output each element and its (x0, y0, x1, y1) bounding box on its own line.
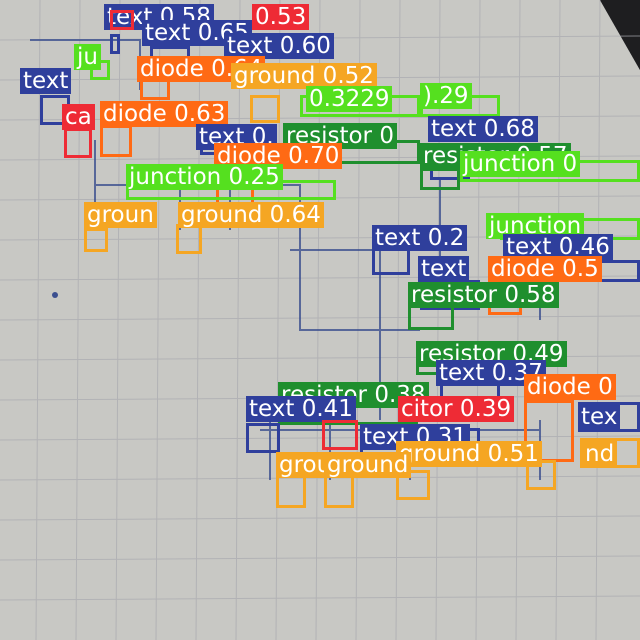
text-label: text 0.2 (372, 225, 468, 251)
ground-label: ground 0.64 (178, 202, 324, 228)
capacitor-label: ca (62, 104, 95, 130)
junction-label: junction 0.25 (126, 164, 283, 190)
text-label: text 0.68 (428, 116, 538, 142)
ground-bounding-box (176, 224, 202, 254)
ground-bounding-box (84, 228, 108, 252)
text-label: text (20, 68, 72, 94)
text-label: tex (578, 404, 621, 430)
junction-label: ).29 (420, 83, 472, 109)
detection-canvas: text 0.58 0.53 text 0.65 text 0.60 ju text dio… (0, 0, 640, 640)
capacitor-label: 0.53 (252, 4, 310, 30)
resistor-label: resistor 0.58 (408, 282, 559, 308)
resistor-bounding-box (420, 168, 460, 190)
junction-label: ju (74, 44, 101, 70)
ground-label: ground (324, 452, 412, 478)
junction-label: junction 0 (460, 151, 581, 177)
capacitor-bounding-box (110, 10, 134, 30)
diode-bounding-box (100, 125, 132, 157)
ground-bounding-box (276, 474, 306, 508)
ground-label: nd (582, 441, 618, 467)
ground-label: groun (84, 202, 157, 228)
capacitor-bounding-box (322, 420, 358, 450)
text-bounding-box (246, 423, 280, 453)
capacitor-bounding-box (64, 128, 92, 158)
diode-label: diode 0.5 (488, 256, 602, 282)
diode-label: diode 0 (524, 374, 616, 400)
text-bounding-box (110, 34, 120, 54)
text-label: text 0.41 (246, 396, 356, 422)
junction-label: 0.3229 (306, 86, 393, 112)
ground-bounding-box (324, 474, 354, 508)
ground-bounding-box (250, 95, 280, 123)
text-label: text (418, 256, 470, 282)
capacitor-label: citor 0.39 (398, 396, 515, 422)
ground-label: ground 0.51 (396, 441, 542, 467)
